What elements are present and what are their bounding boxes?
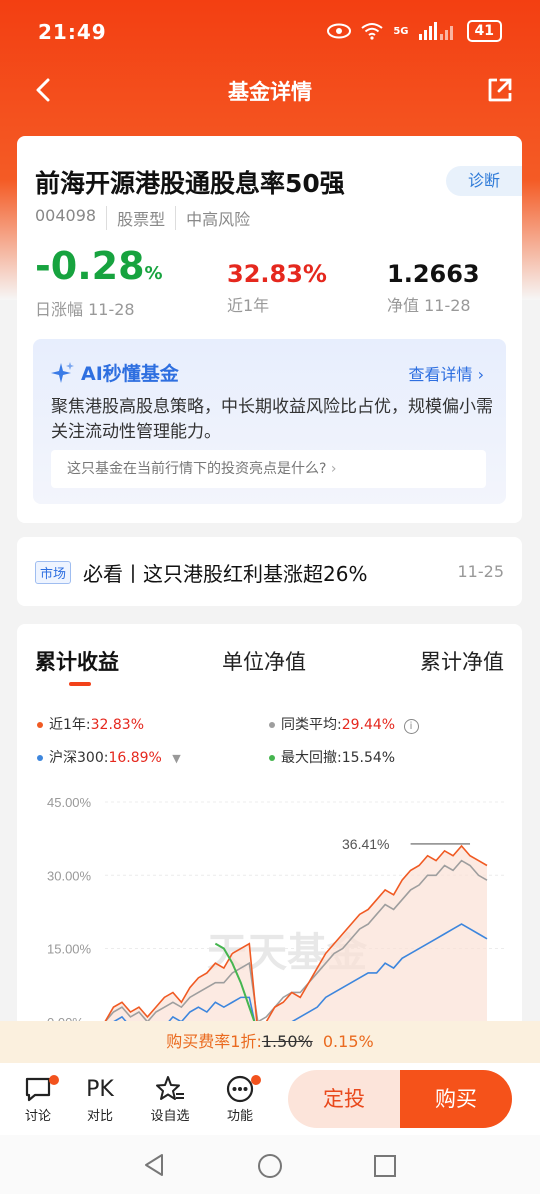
buy-button[interactable]: 购买 — [400, 1070, 512, 1128]
legend-hs300-label: 沪深300: — [49, 750, 109, 766]
nav-value: 1.2663 — [387, 260, 480, 288]
more-icon — [226, 1075, 254, 1103]
watchlist-button[interactable]: 设自选 — [145, 1073, 195, 1124]
y-tick-label: 45.00% — [47, 795, 92, 810]
fund-overview-card: 前海开源港股通股息率50强 诊断 004098 股票型 中高风险 -0.28% … — [17, 136, 522, 523]
ai-question[interactable]: 这只基金在当前行情下的投资亮点是什么? › — [51, 450, 486, 488]
year-return-label: 近1年 — [227, 296, 270, 315]
ai-more-label: 查看详情 — [408, 365, 473, 384]
watchlist-label: 设自选 — [150, 1109, 190, 1124]
signal-icon — [418, 22, 453, 40]
wifi-icon — [361, 23, 383, 40]
share-icon[interactable] — [482, 72, 518, 108]
legend-drawdown-dot — [269, 755, 275, 761]
news-date: 11-25 — [457, 562, 505, 581]
nav-label: 净值 11-28 — [387, 296, 471, 315]
legend-fund-value: 32.83% — [90, 717, 145, 733]
star-add-icon — [156, 1076, 184, 1100]
legend-hs300[interactable]: 沪深300:16.89% ▼ — [37, 747, 181, 767]
active-tab-indicator — [69, 682, 91, 686]
compare-label: 对比 — [86, 1109, 113, 1124]
legend-peer: 同类平均:29.44% i — [269, 714, 419, 734]
daily-change-unit: % — [144, 263, 163, 284]
fee-original: 1.50% — [261, 1032, 313, 1051]
back-triangle-icon[interactable] — [142, 1153, 166, 1177]
ai-summary-panel: AI秒懂基金 查看详情 › 聚焦港股高股息策略，中长期收益风险比占优，规模偏小需… — [33, 339, 506, 504]
ai-title: AI秒懂基金 — [81, 363, 179, 385]
fee-current: 0.15% — [322, 1032, 374, 1051]
legend-peer-value: 29.44% — [341, 717, 396, 733]
year-return-value: 32.83% — [227, 260, 327, 288]
discuss-label: 讨论 — [24, 1109, 51, 1124]
fund-meta: 004098 股票型 中高风险 — [35, 206, 270, 230]
ai-question-text: 这只基金在当前行情下的投资亮点是什么? — [67, 461, 327, 477]
network-label: 5G — [393, 25, 409, 37]
legend-drawdown-label: 最大回撤: — [281, 750, 342, 766]
chevron-right-icon: › — [330, 461, 337, 477]
chevron-right-icon: › — [477, 365, 484, 384]
news-card[interactable]: 市场 必看丨这只港股红利基涨超26% 11-25 — [17, 537, 522, 606]
legend-fund: 近1年:32.83% — [37, 714, 144, 734]
sparkle-icon — [51, 362, 74, 383]
y-tick-label: 30.00% — [47, 868, 92, 883]
chat-icon — [25, 1077, 51, 1102]
legend-fund-dot — [37, 722, 43, 728]
tab-cumulative-return[interactable]: 累计收益 — [35, 646, 119, 676]
sip-button[interactable]: 定投 — [288, 1070, 400, 1128]
ai-description: 聚焦港股高股息策略，中长期收益风险比占优，规模偏小需关注流动性管理能力。 — [51, 397, 493, 442]
legend-drawdown: 最大回撤:15.54% — [269, 747, 395, 767]
status-bar: 21:49 5G 41 — [0, 0, 540, 64]
system-nav-bar — [0, 1135, 540, 1194]
functions-label: 功能 — [226, 1109, 253, 1124]
nav-bar: 基金详情 — [0, 64, 540, 116]
news-title: 必看丨这只港股红利基涨超26% — [83, 562, 368, 586]
discuss-button[interactable]: 讨论 — [13, 1073, 63, 1124]
chart-card: 累计收益 单位净值 累计净值 近1年:32.83% 同类平均:29.44% i … — [17, 624, 522, 1044]
legend-hs300-dot — [37, 755, 43, 761]
pk-icon: PK — [86, 1076, 114, 1102]
diagnose-button[interactable]: 诊断 — [446, 166, 522, 196]
legend-drawdown-value: 15.54% — [341, 750, 396, 766]
fee-banner[interactable]: 购买费率1折:1.50% 0.15% — [0, 1021, 540, 1063]
compare-button[interactable]: PK 对比 — [75, 1073, 125, 1125]
fund-name: 前海开源港股通股息率50强 — [35, 169, 345, 198]
legend-fund-label: 近1年: — [49, 717, 91, 733]
legend-hs300-value: 16.89% — [108, 750, 162, 766]
caret-down-icon: ▼ — [172, 752, 181, 765]
notification-dot — [251, 1075, 261, 1085]
tab-unit-nav[interactable]: 单位净值 — [222, 646, 306, 676]
fee-prefix: 购买费率1折: — [166, 1032, 262, 1051]
notification-dot — [49, 1075, 59, 1085]
status-time: 21:49 — [38, 20, 107, 44]
fund-risk: 中高风险 — [186, 210, 251, 229]
peak-annotation: 36.41% — [342, 836, 389, 852]
news-tag: 市场 — [35, 561, 72, 584]
eye-icon — [327, 23, 352, 39]
return-chart[interactable]: 45.00%30.00%15.00%0.00%天天基金36.41%-2.02% — [17, 784, 522, 1044]
bottom-toolbar: 讨论 PK 对比 设自选 功能 定投 购买 — [0, 1063, 540, 1135]
daily-change-label: 日涨幅 11-28 — [35, 300, 135, 319]
legend-peer-label: 同类平均: — [281, 717, 342, 733]
home-circle-icon[interactable] — [257, 1153, 283, 1179]
legend-peer-dot — [269, 722, 275, 728]
page-title: 基金详情 — [228, 80, 312, 104]
info-icon[interactable]: i — [403, 719, 419, 734]
recents-square-icon[interactable] — [373, 1154, 397, 1178]
daily-change-stat: -0.28% 日涨幅 11-28 — [35, 246, 163, 320]
fund-type: 股票型 — [117, 206, 177, 230]
daily-change-value: -0.28 — [35, 244, 145, 288]
y-tick-label: 15.00% — [47, 942, 92, 957]
ai-more-link[interactable]: 查看详情 › — [408, 361, 484, 385]
fund-code: 004098 — [35, 206, 108, 230]
year-return-stat: 32.83% 近1年 — [227, 260, 327, 316]
battery-icon: 41 — [466, 20, 502, 42]
functions-button[interactable]: 功能 — [215, 1073, 265, 1124]
tab-cumulative-nav[interactable]: 累计净值 — [420, 646, 504, 676]
nav-stat: 1.2663 净值 11-28 — [387, 260, 480, 316]
